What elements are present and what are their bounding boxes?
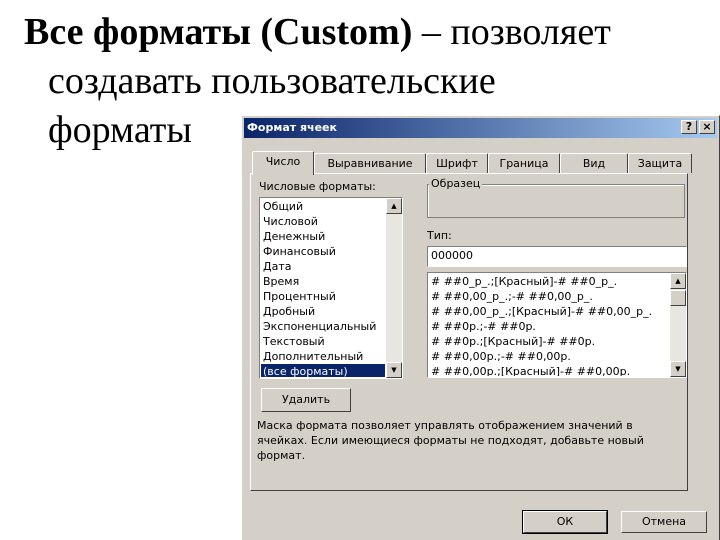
tab-alignment[interactable]: Выравнивание [314, 153, 426, 173]
scroll-down-arrow-icon[interactable]: ▼ [386, 362, 402, 378]
category-list[interactable]: Общий Числовой Денежный Финансовый Дата Время… [259, 197, 403, 379]
tab-protection[interactable]: Защита [628, 153, 692, 173]
category-item[interactable]: Экспоненциальный [261, 319, 385, 334]
slide-line-2: создавать пользовательские [48, 60, 496, 102]
number-tab-panel: Числовые форматы: Общий Числовой Денежный Ф… [250, 173, 688, 491]
dialog-title: Формат ячеек [247, 121, 337, 134]
tab-view[interactable]: Вид [560, 153, 628, 173]
category-item[interactable]: (все форматы) [261, 364, 385, 377]
format-description: Маска формата позволяет управлять отобра… [257, 418, 685, 463]
close-button[interactable]: × [699, 120, 715, 134]
scroll-thumb[interactable] [670, 290, 686, 306]
slide-heading-bold: Все форматы (Custom) [24, 11, 413, 53]
dialog-tabs: Число Выравнивание Шрифт Граница Вид Защ… [252, 151, 692, 175]
type-label: Тип: [427, 229, 452, 242]
format-item[interactable]: # ##0,00р.;-# ##0,00р. [429, 349, 669, 364]
category-item[interactable]: Дополнительный [261, 349, 385, 364]
delete-button[interactable]: Удалить [261, 388, 351, 412]
category-item[interactable]: Денежный [261, 229, 385, 244]
tab-font[interactable]: Шрифт [426, 153, 488, 173]
format-item[interactable]: # ##0р.;-# ##0р. [429, 319, 669, 334]
tab-border[interactable]: Граница [488, 153, 560, 173]
help-button[interactable]: ? [681, 120, 697, 134]
category-scrollbar[interactable]: ▲ ▼ [386, 198, 402, 378]
category-item[interactable]: Процентный [261, 289, 385, 304]
category-item[interactable]: Текстовый [261, 334, 385, 349]
category-item[interactable]: Финансовый [261, 244, 385, 259]
category-item[interactable]: Дата [261, 259, 385, 274]
category-item[interactable]: Числовой [261, 214, 385, 229]
tab-number[interactable]: Число [252, 151, 314, 175]
format-item[interactable]: # ##0,00_р_.;-# ##0,00_р_. [429, 289, 669, 304]
category-item[interactable]: Общий [261, 199, 385, 214]
type-input[interactable]: 000000 [427, 246, 687, 267]
format-scrollbar[interactable]: ▲ ▼ [670, 273, 686, 377]
ok-button[interactable]: ОК [522, 510, 608, 534]
category-item[interactable]: Дробный [261, 304, 385, 319]
slide-heading-rest: – позволяет [412, 11, 611, 53]
description-line: Маска формата позволяет управлять отобра… [257, 419, 633, 432]
scroll-up-arrow-icon[interactable]: ▲ [670, 273, 686, 289]
cancel-button[interactable]: Отмена [621, 511, 707, 533]
description-line: ячейках. Если имеющиеся форматы не подхо… [257, 434, 644, 447]
dialog-titlebar: Формат ячеек ? × [244, 118, 717, 138]
format-item[interactable]: # ##0_р_.;[Красный]-# ##0_р_. [429, 274, 669, 289]
format-cells-dialog: Формат ячеек ? × Число Выравнивание Шриф… [241, 115, 720, 540]
format-item[interactable]: # ##0,00_р_.;[Красный]-# ##0,00_р_. [429, 304, 669, 319]
sample-label: Образец [429, 177, 483, 190]
format-item[interactable]: # ##0,00р.;[Красный]-# ##0,00р. [429, 364, 669, 376]
category-item[interactable]: Время [261, 274, 385, 289]
category-label: Числовые форматы: [259, 180, 376, 193]
format-item[interactable]: # ##0р.;[Красный]-# ##0р. [429, 334, 669, 349]
scroll-down-arrow-icon[interactable]: ▼ [670, 361, 686, 377]
format-list[interactable]: # ##0_р_.;[Красный]-# ##0_р_. # ##0,00_р_… [427, 272, 687, 378]
description-line: формат. [257, 449, 306, 462]
scroll-up-arrow-icon[interactable]: ▲ [386, 198, 402, 214]
